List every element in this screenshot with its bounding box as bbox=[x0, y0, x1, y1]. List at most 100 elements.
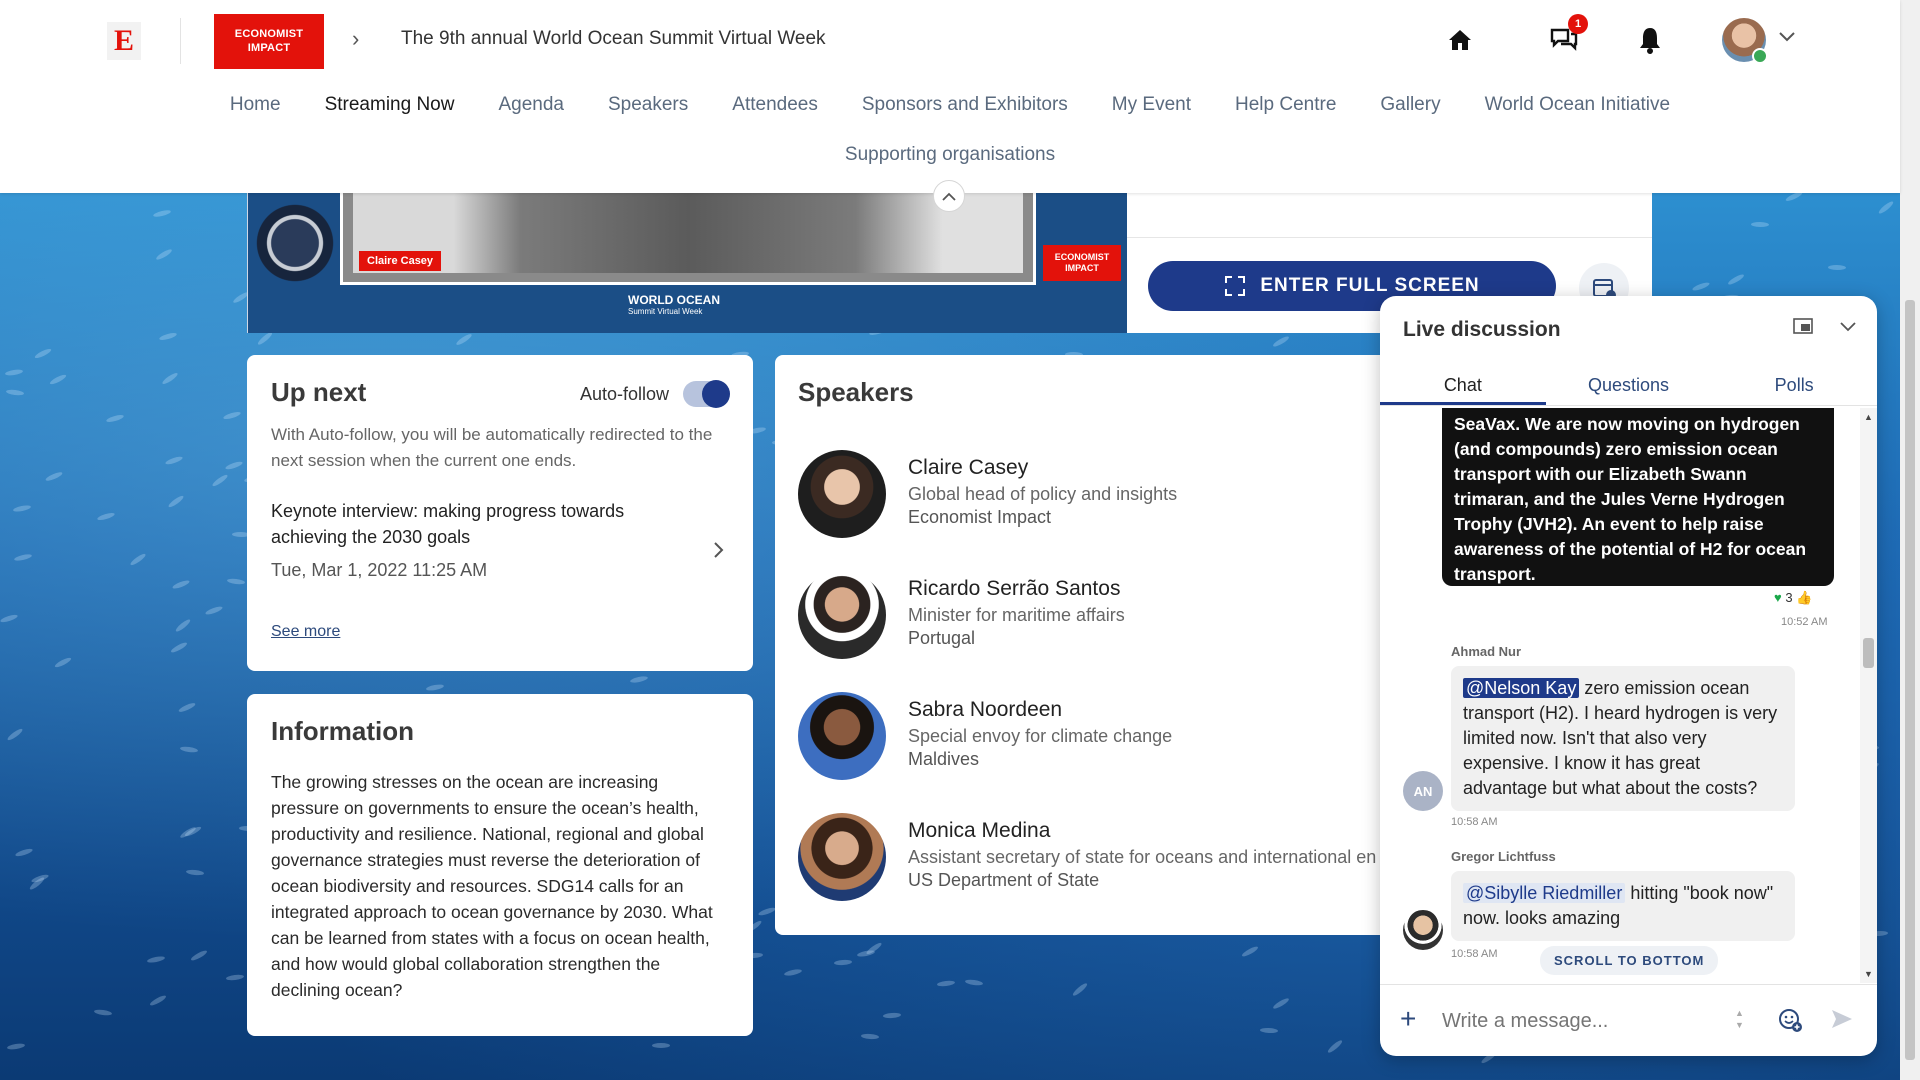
chevron-down-icon[interactable] bbox=[1839, 320, 1857, 338]
fish-decoration bbox=[1271, 996, 1291, 1011]
tab-chat[interactable]: Chat bbox=[1380, 364, 1546, 405]
economist-e-logo[interactable]: E bbox=[107, 22, 141, 60]
main-nav: Home Streaming Now Agenda Speakers Atten… bbox=[200, 92, 1700, 118]
page-scroll-thumb[interactable] bbox=[1905, 300, 1915, 1060]
send-icon[interactable] bbox=[1830, 1007, 1854, 1036]
message-sender: Gregor Lichtfuss bbox=[1451, 849, 1556, 864]
fish-decoration bbox=[185, 869, 205, 876]
fish-decoration bbox=[425, 683, 445, 692]
chevron-right-icon[interactable] bbox=[713, 541, 725, 564]
fish-decoration bbox=[152, 208, 172, 219]
stepper-arrows-icon[interactable]: ▲ ▼ bbox=[1735, 1007, 1744, 1031]
live-panel-controls bbox=[1793, 318, 1857, 339]
collapse-header-button[interactable] bbox=[933, 180, 965, 212]
fish-decoration bbox=[204, 605, 224, 616]
chat-messages[interactable]: SeaVax. We are now moving on hydrogen (a… bbox=[1380, 408, 1860, 983]
chat-scrollbar[interactable]: ▲ ▼ bbox=[1860, 408, 1877, 983]
chat-scroll-thumb[interactable] bbox=[1863, 638, 1874, 668]
heart-icon: ♥ bbox=[1774, 590, 1782, 605]
nav-attendees[interactable]: Attendees bbox=[710, 92, 840, 118]
fish-decoration bbox=[177, 701, 197, 714]
nav-sponsors[interactable]: Sponsors and Exhibitors bbox=[840, 92, 1090, 118]
popout-icon[interactable] bbox=[1793, 318, 1813, 339]
fish-decoration bbox=[171, 578, 191, 591]
live-discussion-panel: Live discussion Chat Questions Polls Sea… bbox=[1380, 296, 1877, 1056]
sponsor-watch-image bbox=[252, 195, 338, 315]
next-session-time: Tue, Mar 1, 2022 11:25 AM bbox=[271, 560, 488, 580]
speakers-card: Speakers Claire Casey Global head of pol… bbox=[775, 355, 1475, 935]
fish-decoration bbox=[154, 247, 174, 262]
fish-decoration bbox=[225, 973, 245, 982]
speaker-item[interactable]: Sabra Noordeen Special envoy for climate… bbox=[798, 692, 1172, 780]
fish-decoration bbox=[833, 959, 853, 966]
message-input[interactable] bbox=[1442, 1003, 1732, 1039]
speaker-item[interactable]: Claire Casey Global head of policy and i… bbox=[798, 450, 1177, 538]
information-title: Information bbox=[271, 716, 414, 746]
nav-home[interactable]: Home bbox=[208, 92, 303, 118]
up-next-card: Up next Auto-follow With Auto-follow, yo… bbox=[247, 355, 753, 671]
nav-world-ocean-initiative[interactable]: World Ocean Initiative bbox=[1463, 92, 1693, 118]
scroll-up-arrow-icon[interactable]: ▲ bbox=[1864, 412, 1873, 422]
fish-decoration bbox=[224, 460, 244, 471]
message-bubble: @Sibylle Riedmiller hitting "book now" n… bbox=[1451, 871, 1795, 941]
mention-tag[interactable]: @Nelson Kay bbox=[1463, 678, 1580, 698]
see-more-link[interactable]: See more bbox=[271, 623, 340, 641]
fish-decoration bbox=[33, 347, 53, 360]
fish-decoration bbox=[1259, 1027, 1279, 1034]
video-player[interactable]: Claire Casey ECONOMIST IMPACT WORLD OCEA… bbox=[247, 193, 1127, 333]
nav-gallery[interactable]: Gallery bbox=[1358, 92, 1462, 118]
nav-supporting-organisations[interactable]: Supporting organisations bbox=[823, 144, 1077, 165]
world-ocean-logo-text: WORLD OCEAN bbox=[628, 293, 720, 307]
nav-my-event[interactable]: My Event bbox=[1090, 92, 1213, 118]
bell-icon[interactable] bbox=[1632, 22, 1668, 58]
tab-polls[interactable]: Polls bbox=[1711, 364, 1877, 405]
fish-decoration bbox=[5, 388, 25, 397]
message-reactions[interactable]: ♥ 3 👍 bbox=[1774, 590, 1812, 606]
speaker-org: Economist Impact bbox=[908, 507, 1052, 527]
fish-decoration bbox=[53, 656, 73, 669]
fish-decoration bbox=[1240, 944, 1260, 959]
message-time: 10:58 AM bbox=[1451, 816, 1498, 828]
scroll-down-arrow-icon[interactable]: ▼ bbox=[1864, 969, 1873, 979]
fish-decoration bbox=[629, 675, 649, 684]
speaker-video-feed: Claire Casey bbox=[353, 193, 1023, 273]
fish-decoration bbox=[1827, 264, 1847, 271]
message-time: 10:58 AM bbox=[1451, 948, 1498, 960]
page-scrollbar[interactable] bbox=[1900, 0, 1920, 1080]
plus-icon[interactable]: + bbox=[1400, 1005, 1416, 1033]
chat-bubbles-icon[interactable]: 1 bbox=[1546, 14, 1588, 58]
fish-decoration bbox=[0, 613, 19, 624]
fish-decoration bbox=[882, 1012, 902, 1019]
speaker-item[interactable]: Monica Medina Assistant secretary of sta… bbox=[798, 813, 1376, 901]
message-sender: Ahmad Nur bbox=[1451, 644, 1522, 659]
chevron-down-icon[interactable] bbox=[1778, 30, 1796, 48]
nav-streaming-now[interactable]: Streaming Now bbox=[303, 92, 477, 118]
economist-impact-logo[interactable]: ECONOMIST IMPACT bbox=[214, 14, 324, 69]
avatar[interactable] bbox=[1722, 18, 1768, 64]
nav-agenda[interactable]: Agenda bbox=[476, 92, 586, 118]
fish-decoration bbox=[6, 727, 24, 742]
speaker-name: Sabra Noordeen bbox=[908, 698, 1063, 721]
mention-tag[interactable]: @Sibylle Riedmiller bbox=[1463, 883, 1626, 903]
avatar[interactable]: AN bbox=[1403, 771, 1443, 811]
discussion-tabs: Chat Questions Polls bbox=[1380, 364, 1877, 406]
reaction-count: 3 bbox=[1785, 590, 1793, 605]
fish-decoration bbox=[189, 948, 209, 963]
speaker-role: Global head of policy and insights bbox=[908, 484, 1178, 504]
nav-help-centre[interactable]: Help Centre bbox=[1213, 92, 1358, 118]
fish-decoration bbox=[179, 745, 199, 754]
next-session-title[interactable]: Keynote interview: making progress towar… bbox=[271, 498, 691, 550]
speaker-org: US Department of State bbox=[908, 870, 1100, 890]
event-title[interactable]: The 9th annual World Ocean Summit Virtua… bbox=[401, 28, 826, 50]
auto-follow-toggle[interactable] bbox=[683, 380, 730, 408]
fish-decoration bbox=[96, 511, 116, 522]
emoji-add-icon[interactable] bbox=[1777, 1007, 1803, 1038]
speaker-name: Claire Casey bbox=[908, 456, 1029, 479]
speaker-item[interactable]: Ricardo Serrão Santos Minister for marit… bbox=[798, 571, 1125, 659]
speakers-title: Speakers bbox=[798, 377, 914, 407]
nav-speakers[interactable]: Speakers bbox=[586, 92, 710, 118]
tab-questions[interactable]: Questions bbox=[1546, 364, 1712, 405]
home-icon[interactable] bbox=[1442, 22, 1478, 58]
scroll-to-bottom-button[interactable]: SCROLL TO BOTTOM bbox=[1540, 946, 1719, 975]
avatar[interactable] bbox=[1403, 910, 1443, 950]
